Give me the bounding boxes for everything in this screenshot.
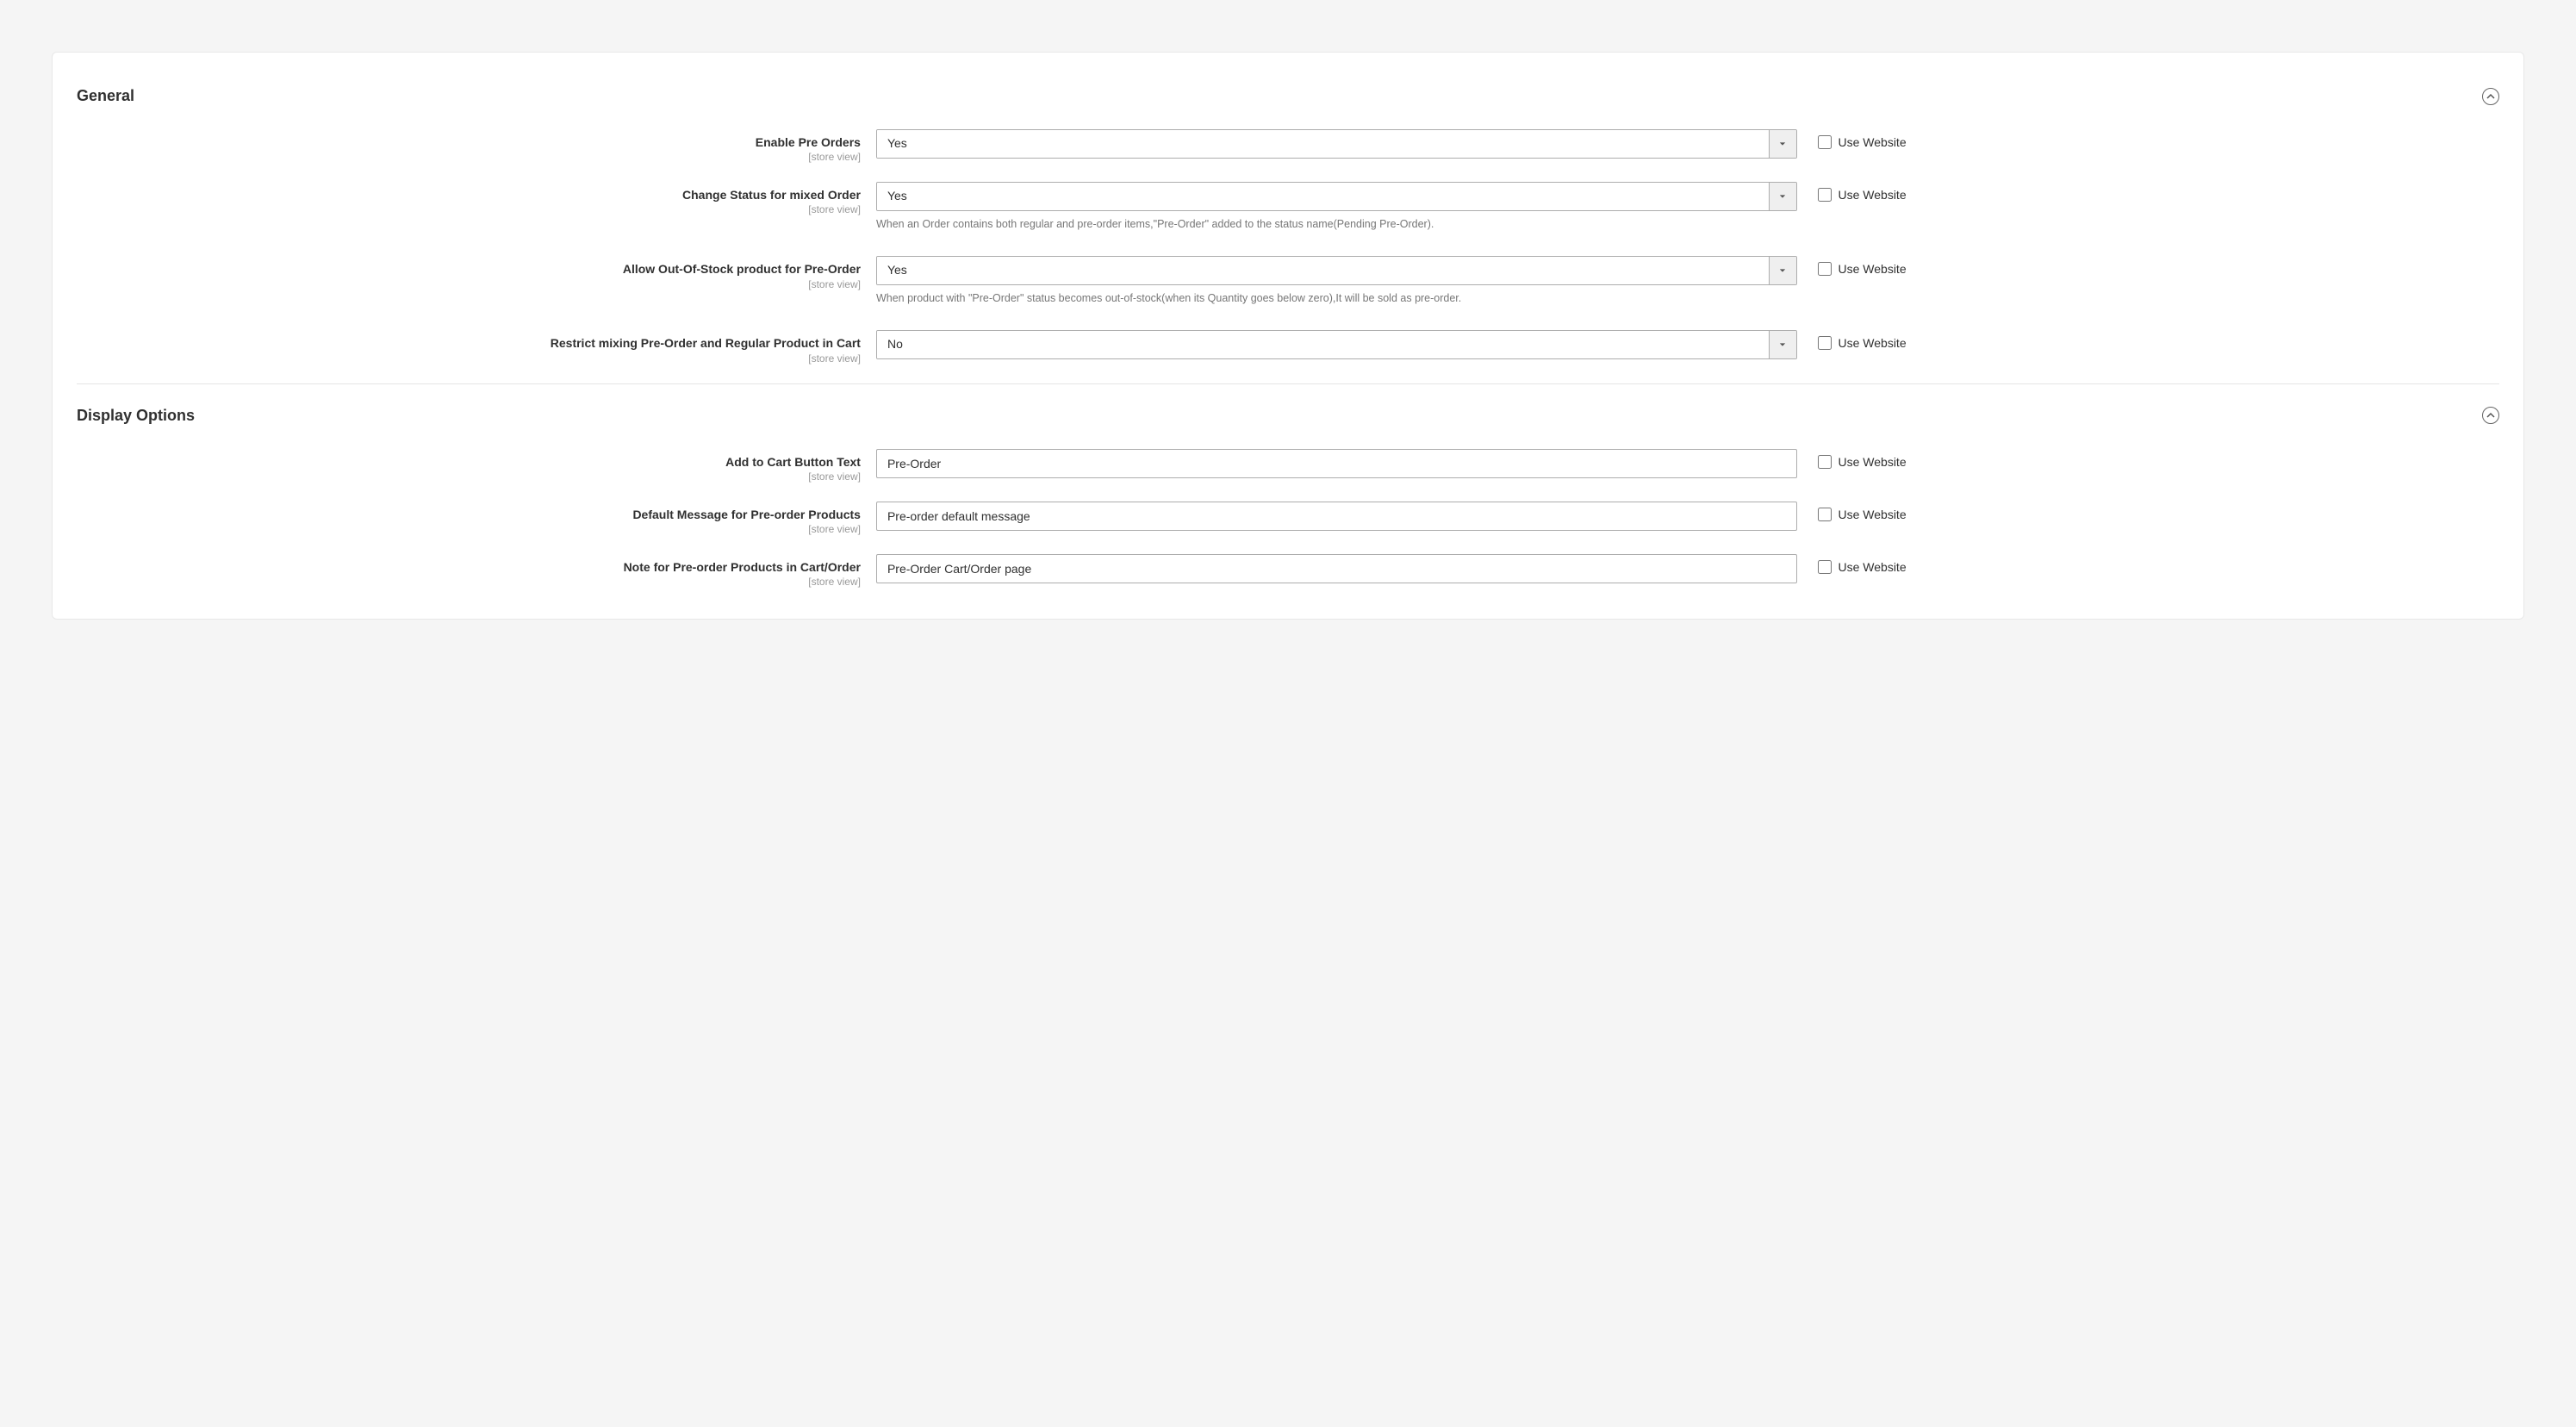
collapse-button-display[interactable] (2482, 407, 2499, 424)
label-allow-oos: Allow Out-Of-Stock product for Pre-Order… (77, 256, 876, 290)
field-row-allow-oos: Allow Out-Of-Stock product for Pre-Order… (77, 256, 2499, 321)
select-change-status[interactable]: Yes (876, 182, 1797, 211)
chevron-down-icon (1769, 257, 1796, 284)
section-header-general: General (77, 78, 2499, 129)
field-row-cart-note: Note for Pre-order Products in Cart/Orde… (77, 554, 2499, 588)
control-default-msg (876, 502, 1797, 531)
label-enable-preorders: Enable Pre Orders [store view] (77, 129, 876, 163)
label-change-status: Change Status for mixed Order [store vie… (77, 182, 876, 215)
checkbox-use-website-restrict-mix[interactable] (1818, 336, 1832, 350)
checkbox-use-website-change-status[interactable] (1818, 188, 1832, 202)
checkbox-use-website-btn-text[interactable] (1818, 455, 1832, 469)
control-btn-text (876, 449, 1797, 478)
chevron-up-icon (2486, 92, 2495, 101)
use-website-default-msg: Use Website (1797, 502, 1907, 521)
label-restrict-mix: Restrict mixing Pre-Order and Regular Pr… (77, 330, 876, 364)
control-restrict-mix: No (876, 330, 1797, 359)
select-allow-oos[interactable]: Yes (876, 256, 1797, 285)
checkbox-use-website-allow-oos[interactable] (1818, 262, 1832, 276)
chevron-down-icon (1769, 331, 1796, 358)
field-row-restrict-mix: Restrict mixing Pre-Order and Regular Pr… (77, 330, 2499, 364)
control-cart-note (876, 554, 1797, 583)
use-website-btn-text: Use Website (1797, 449, 1907, 469)
select-enable-preorders[interactable]: Yes (876, 129, 1797, 159)
field-row-default-msg: Default Message for Pre-order Products [… (77, 502, 2499, 535)
control-enable-preorders: Yes (876, 129, 1797, 159)
use-website-allow-oos: Use Website (1797, 256, 1907, 276)
checkbox-use-website-enable[interactable] (1818, 135, 1832, 149)
section-title-general: General (77, 87, 134, 105)
section-title-display: Display Options (77, 407, 195, 425)
use-website-cart-note: Use Website (1797, 554, 1907, 574)
collapse-button-general[interactable] (2482, 88, 2499, 105)
use-website-change-status: Use Website (1797, 182, 1907, 202)
control-allow-oos: Yes When product with "Pre-Order" status… (876, 256, 1797, 321)
use-website-restrict-mix: Use Website (1797, 330, 1907, 350)
input-default-msg[interactable] (876, 502, 1797, 531)
field-row-btn-text: Add to Cart Button Text [store view] Use… (77, 449, 2499, 483)
field-row-enable-preorders: Enable Pre Orders [store view] Yes Use W… (77, 129, 2499, 163)
input-cart-note[interactable] (876, 554, 1797, 583)
label-default-msg: Default Message for Pre-order Products [… (77, 502, 876, 535)
chevron-up-icon (2486, 411, 2495, 420)
checkbox-use-website-default-msg[interactable] (1818, 508, 1832, 521)
divider (77, 383, 2499, 384)
chevron-down-icon (1769, 130, 1796, 158)
checkbox-use-website-cart-note[interactable] (1818, 560, 1832, 574)
label-btn-text: Add to Cart Button Text [store view] (77, 449, 876, 483)
field-row-change-status: Change Status for mixed Order [store vie… (77, 182, 2499, 247)
input-btn-text[interactable] (876, 449, 1797, 478)
label-cart-note: Note for Pre-order Products in Cart/Orde… (77, 554, 876, 588)
hint-change-status: When an Order contains both regular and … (876, 216, 1797, 232)
section-header-display: Display Options (77, 391, 2499, 449)
select-restrict-mix[interactable]: No (876, 330, 1797, 359)
use-website-enable: Use Website (1797, 129, 1907, 149)
chevron-down-icon (1769, 183, 1796, 210)
control-change-status: Yes When an Order contains both regular … (876, 182, 1797, 247)
hint-allow-oos: When product with "Pre-Order" status bec… (876, 290, 1797, 306)
settings-panel: General Enable Pre Orders [store view] Y… (52, 52, 2524, 620)
